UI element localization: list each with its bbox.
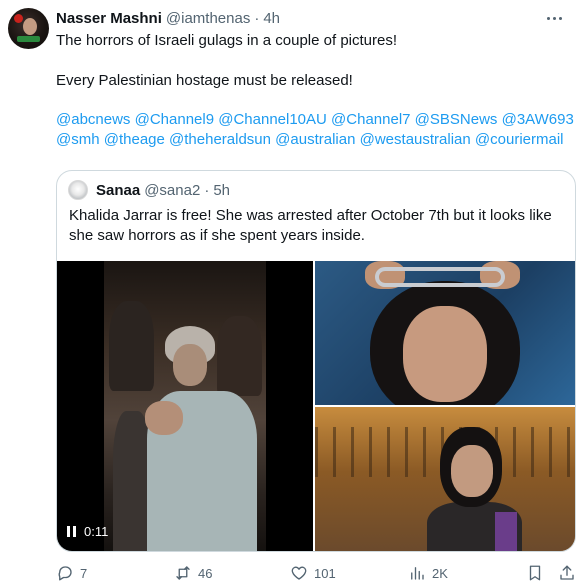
mention-link[interactable]: @3AW693: [502, 111, 574, 128]
quote-header: Sanaa @sana2 · 5h: [96, 180, 230, 200]
tweet-mentions: @abcnews @Channel9 @Channel10AU @Channel…: [56, 110, 578, 150]
author-handle[interactable]: @iamthenas: [166, 10, 250, 27]
like-button[interactable]: 101: [290, 563, 336, 583]
bookmark-icon: [529, 565, 541, 581]
video-hands: [145, 401, 183, 435]
video-crowd-figure: [109, 301, 154, 391]
more-horizontal-icon[interactable]: [544, 10, 564, 26]
tweet-actions: 7 46 101 2K: [56, 563, 578, 583]
quote-video[interactable]: 0:11: [57, 261, 313, 551]
quote-timestamp[interactable]: 5h: [213, 182, 230, 199]
mention-link[interactable]: @SBSNews: [415, 111, 498, 128]
tweet-text-line-1: The horrors of Israeli gulags in a coupl…: [56, 32, 398, 49]
mention-link[interactable]: @Channel7: [331, 111, 410, 128]
share-button[interactable]: [558, 563, 576, 583]
quote-photo-handcuffs[interactable]: [315, 261, 575, 405]
mention-link[interactable]: @smh: [56, 131, 100, 148]
photo-face: [451, 445, 493, 497]
mention-link[interactable]: @theage: [104, 131, 165, 148]
views-button[interactable]: 2K: [408, 563, 448, 583]
photo-face: [403, 306, 487, 402]
video-arm: [113, 411, 151, 551]
quote-author-handle[interactable]: @sana2: [144, 182, 200, 199]
quote-header-separator: ·: [204, 181, 210, 199]
mention-link[interactable]: @couriermail: [475, 131, 564, 148]
repost-count: 46: [198, 565, 213, 581]
mention-link[interactable]: @theheraldsun: [169, 131, 271, 148]
photo-handcuffs: [375, 267, 505, 287]
quote-text: Khalida Jarrar is free! She was arrested…: [69, 207, 552, 244]
share-icon: [560, 565, 574, 580]
like-count: 101: [314, 565, 336, 581]
tweet-timestamp[interactable]: 4h: [263, 10, 280, 27]
tweet[interactable]: Nasser Mashni @iamthenas · 4h The horror…: [0, 0, 586, 587]
mention-link[interactable]: @Channel9: [135, 111, 214, 128]
video-face: [173, 344, 207, 386]
author-avatar[interactable]: [8, 8, 49, 49]
tweet-text-line-2: Every Palestinian hostage must be releas…: [56, 72, 353, 89]
quote-author-avatar[interactable]: [68, 180, 88, 200]
tweet-text: The horrors of Israeli gulags in a coupl…: [56, 31, 576, 91]
author-name[interactable]: Nasser Mashni: [56, 10, 162, 27]
repost-icon: [176, 566, 190, 580]
views-chart-icon: [411, 567, 424, 580]
reply-icon: [58, 566, 72, 581]
header-separator: ·: [254, 9, 260, 27]
mention-link[interactable]: @australian: [275, 131, 355, 148]
repost-button[interactable]: 46: [174, 563, 212, 583]
video-controls: 0:11: [67, 521, 108, 541]
reply-button[interactable]: 7: [56, 563, 87, 583]
mention-link[interactable]: @abcnews: [56, 111, 130, 128]
avatar-flag-stripe: [17, 36, 40, 42]
quoted-tweet[interactable]: Sanaa @sana2 · 5h Khalida Jarrar is free…: [56, 170, 576, 552]
video-time: 0:11: [84, 523, 109, 539]
bookmark-button[interactable]: [526, 563, 544, 583]
heart-icon: [291, 566, 307, 580]
quote-author-name[interactable]: Sanaa: [96, 182, 140, 199]
quote-media-grid: 0:11: [57, 261, 575, 551]
quote-photo-courtroom[interactable]: [315, 407, 575, 551]
avatar-flag-mark: [14, 14, 23, 23]
mention-link[interactable]: @Channel10AU: [218, 111, 327, 128]
views-count: 2K: [432, 565, 448, 581]
photo-scarf: [495, 512, 517, 551]
video-crowd-figure: [217, 316, 262, 396]
avatar-face: [23, 18, 37, 35]
mention-link[interactable]: @westaustralian: [360, 131, 471, 148]
tweet-header: Nasser Mashni @iamthenas · 4h: [56, 8, 280, 28]
reply-count: 7: [80, 565, 88, 581]
pause-icon[interactable]: [67, 525, 76, 537]
